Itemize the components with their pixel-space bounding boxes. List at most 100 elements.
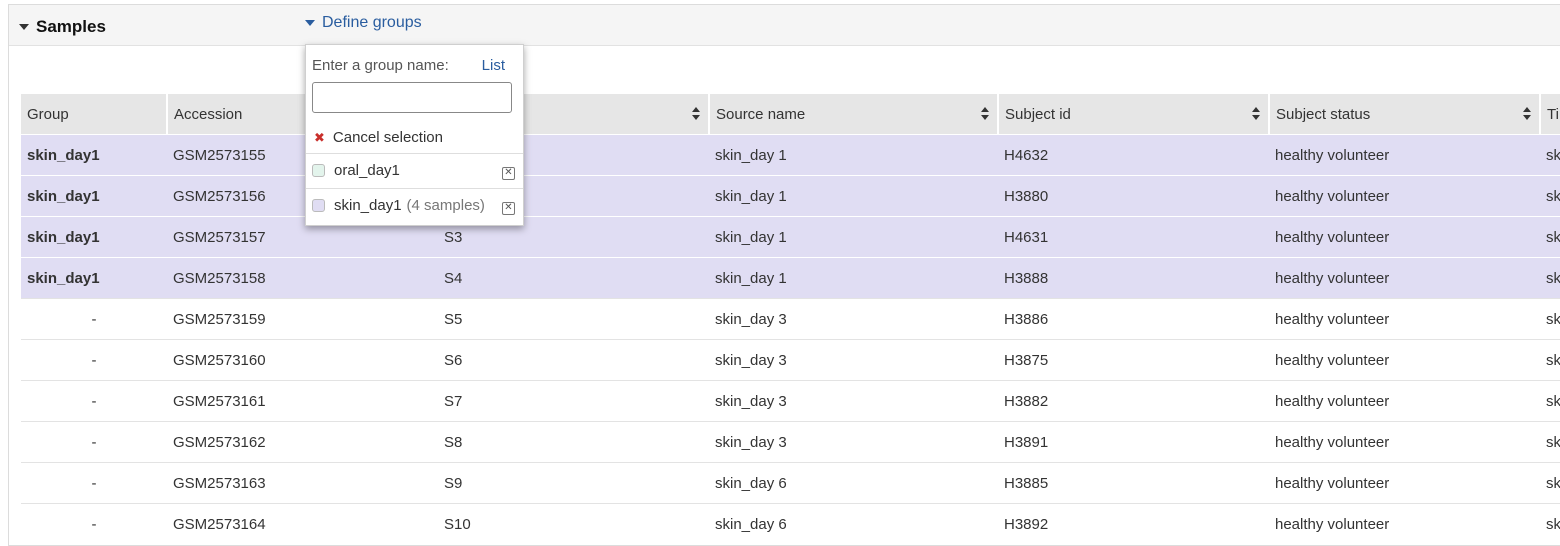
cell-source: skin_day 1 (709, 257, 998, 299)
column-header-subject-id[interactable]: Subject id (998, 94, 1270, 135)
cell-status: healthy volunteer (1269, 380, 1540, 422)
cell-status: healthy volunteer (1269, 421, 1540, 463)
sort-icon (1523, 107, 1531, 121)
column-header-source-name[interactable]: Source name (709, 94, 999, 135)
samples-panel-header: Samples (9, 5, 1560, 46)
group-item-oral-day1[interactable]: oral_day1 ✕ (312, 156, 517, 184)
table-row[interactable]: - GSM2573159 S5 skin_day 3 H3886 healthy volu… (21, 298, 1560, 340)
cell-tissue: sk (1540, 462, 1560, 504)
list-link[interactable]: List (482, 57, 505, 74)
cell-accession: GSM2573158 (167, 257, 438, 299)
define-groups-popup: Enter a group name: List ✖ Cancel select… (305, 44, 524, 226)
cancel-selection-label: Cancel selection (332, 129, 443, 146)
cell-title: S5 (438, 298, 709, 340)
samples-toggle[interactable]: Samples (19, 17, 106, 37)
define-groups-toggle[interactable]: Define groups (305, 14, 422, 32)
table-row[interactable]: - GSM2573161 S7 skin_day 3 H3882 healthy volu… (21, 380, 1560, 422)
divider (306, 153, 523, 154)
cell-source: skin_day 3 (709, 339, 998, 381)
cell-tissue: sk (1540, 503, 1560, 544)
group-item-label: oral_day1 (334, 161, 400, 179)
cell-tissue: sk (1540, 134, 1560, 176)
sort-icon (981, 107, 989, 121)
define-groups-label: Define groups (322, 14, 422, 31)
group-swatch[interactable] (312, 163, 325, 177)
cell-accession: GSM2573161 (167, 380, 438, 422)
cell-tissue: sk (1540, 257, 1560, 299)
cell-tissue: sk (1540, 216, 1560, 258)
cell-tissue: sk (1540, 339, 1560, 381)
cell-group: - (21, 503, 167, 544)
cell-subject-id: H3885 (998, 462, 1269, 504)
cell-subject-id: H3875 (998, 339, 1269, 381)
cell-status: healthy volunteer (1269, 175, 1540, 217)
group-swatch[interactable] (312, 198, 325, 212)
remove-group-icon[interactable]: ✕ (502, 167, 515, 180)
cell-title: S7 (438, 380, 709, 422)
cell-tissue: sk (1540, 421, 1560, 463)
cell-source: skin_day 1 (709, 216, 998, 258)
cell-group: skin_day1 (21, 134, 167, 176)
close-icon: ✖ (314, 129, 325, 145)
column-header-subject-status[interactable]: Subject status (1269, 94, 1541, 135)
table-header-row: Group Accession Source name Subject id S… (21, 94, 1560, 135)
sort-icon (1252, 107, 1260, 121)
cell-title: S4 (438, 257, 709, 299)
cell-accession: GSM2573162 (167, 421, 438, 463)
cell-group: skin_day1 (21, 257, 167, 299)
group-name-prompt: Enter a group name: (312, 57, 449, 74)
cell-tissue: sk (1540, 175, 1560, 217)
column-header-tissue[interactable]: Ti (1540, 94, 1560, 135)
group-item-label: skin_day1 (334, 196, 402, 214)
cell-tissue: sk (1540, 298, 1560, 340)
cell-source: skin_day 6 (709, 462, 998, 504)
table-row[interactable]: skin_day1 GSM2573156 skin_day 1 H3880 health… (21, 175, 1560, 217)
table-row[interactable]: - GSM2573164 S10 skin_day 6 H3892 healthy vol… (21, 503, 1560, 544)
table-row[interactable]: skin_day1 GSM2573157 S3 skin_day 1 H4631 heal… (21, 216, 1560, 258)
cell-source: skin_day 1 (709, 134, 998, 176)
cell-accession: GSM2573163 (167, 462, 438, 504)
cell-subject-id: H3886 (998, 298, 1269, 340)
cell-title: S9 (438, 462, 709, 504)
group-name-input[interactable] (312, 82, 512, 113)
cell-subject-id: H4631 (998, 216, 1269, 258)
table-row[interactable]: - GSM2573163 S9 skin_day 6 H3885 healthy volu… (21, 462, 1560, 504)
cell-status: healthy volunteer (1269, 216, 1540, 258)
cell-group: - (21, 421, 167, 463)
samples-table: Group Accession Source name Subject id S… (21, 94, 1560, 544)
triangle-down-icon (19, 24, 29, 30)
cell-group: skin_day1 (21, 175, 167, 217)
sort-icon (692, 107, 700, 121)
cell-subject-id: H3880 (998, 175, 1269, 217)
cell-group: - (21, 339, 167, 381)
group-item-skin-day1[interactable]: skin_day1 (4 samples) ✕ (312, 191, 517, 219)
cell-source: skin_day 3 (709, 380, 998, 422)
cell-group: - (21, 380, 167, 422)
cell-source: skin_day 3 (709, 298, 998, 340)
cell-status: healthy volunteer (1269, 339, 1540, 381)
table-row[interactable]: skin_day1 GSM2573158 S4 skin_day 1 H3888 heal… (21, 257, 1560, 299)
table-row[interactable]: - GSM2573162 S8 skin_day 3 H3891 healthy volu… (21, 421, 1560, 463)
cell-accession: GSM2573164 (167, 503, 438, 544)
column-header-group[interactable]: Group (21, 94, 168, 135)
cell-status: healthy volunteer (1269, 257, 1540, 299)
cell-status: healthy volunteer (1269, 134, 1540, 176)
table-row[interactable]: skin_day1 GSM2573155 skin_day 1 H4632 health… (21, 134, 1560, 176)
cell-subject-id: H3891 (998, 421, 1269, 463)
cell-status: healthy volunteer (1269, 503, 1540, 544)
cell-source: skin_day 1 (709, 175, 998, 217)
table-row[interactable]: - GSM2573160 S6 skin_day 3 H3875 healthy volu… (21, 339, 1560, 381)
cell-subject-id: H3892 (998, 503, 1269, 544)
triangle-down-icon (305, 20, 315, 26)
remove-group-icon[interactable]: ✕ (502, 202, 515, 215)
cell-accession: GSM2573159 (167, 298, 438, 340)
divider (306, 188, 523, 189)
cell-tissue: sk (1540, 380, 1560, 422)
cell-subject-id: H4632 (998, 134, 1269, 176)
cancel-selection-button[interactable]: ✖ Cancel selection (314, 129, 443, 146)
cell-subject-id: H3882 (998, 380, 1269, 422)
group-item-count: (4 samples) (406, 196, 485, 214)
cell-accession: GSM2573160 (167, 339, 438, 381)
cell-title: S10 (438, 503, 709, 544)
cell-status: healthy volunteer (1269, 298, 1540, 340)
